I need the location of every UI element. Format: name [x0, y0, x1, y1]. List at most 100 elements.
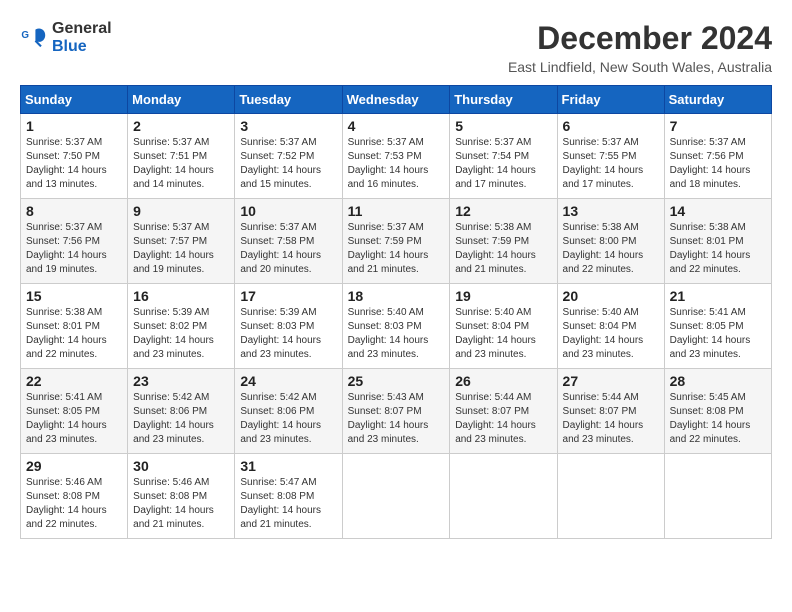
month-title: December 2024	[508, 20, 772, 57]
day-number: 14	[670, 203, 766, 219]
day-number: 21	[670, 288, 766, 304]
calendar-cell: 12Sunrise: 5:38 AM Sunset: 7:59 PM Dayli…	[450, 199, 557, 284]
calendar-cell: 15 Sunrise: 5:38 AM Sunset: 8:01 PM Dayli…	[21, 284, 128, 369]
calendar-cell: 30 Sunrise: 5:46 AM Sunset: 8:08 PM Dayli…	[128, 454, 235, 539]
day-number: 24	[240, 373, 336, 389]
page-container: G General Blue December 2024 East Lindfi…	[20, 20, 772, 539]
day-info: Sunrise: 5:47 AM Sunset: 8:08 PM Dayligh…	[240, 476, 336, 532]
day-number: 27	[563, 373, 659, 389]
svg-text:G: G	[21, 30, 29, 41]
calendar-cell: 16 Sunrise: 5:39 AM Sunset: 8:02 PM Dayli…	[128, 284, 235, 369]
day-info: Sunrise: 5:37 AM Sunset: 7:50 PM Dayligh…	[26, 136, 122, 192]
calendar-cell: 19 Sunrise: 5:40 AM Sunset: 8:04 PM Dayli…	[450, 284, 557, 369]
day-number: 4	[348, 118, 445, 134]
day-info: Sunrise: 5:46 AM Sunset: 8:08 PM Dayligh…	[26, 476, 122, 532]
day-number: 10	[240, 203, 336, 219]
calendar-cell: 3Sunrise: 5:37 AM Sunset: 7:52 PM Daylig…	[235, 114, 342, 199]
calendar-cell: 23 Sunrise: 5:42 AM Sunset: 8:06 PM Dayli…	[128, 369, 235, 454]
calendar-cell	[342, 454, 450, 539]
day-info: Sunrise: 5:41 AM Sunset: 8:05 PM Dayligh…	[670, 306, 766, 362]
calendar-cell: 8Sunrise: 5:37 AM Sunset: 7:56 PM Daylig…	[21, 199, 128, 284]
header-monday: Monday	[128, 86, 235, 114]
calendar-cell: 11 Sunrise: 5:37 AM Sunset: 7:59 PM Dayli…	[342, 199, 450, 284]
day-number: 31	[240, 458, 336, 474]
day-info: Sunrise: 5:37 AM Sunset: 7:51 PM Dayligh…	[133, 136, 229, 192]
logo-icon: G	[20, 24, 48, 52]
header-thursday: Thursday	[450, 86, 557, 114]
calendar-cell: 26 Sunrise: 5:44 AM Sunset: 8:07 PM Dayli…	[450, 369, 557, 454]
logo-text: General Blue	[52, 20, 112, 56]
header-sunday: Sunday	[21, 86, 128, 114]
header-saturday: Saturday	[664, 86, 771, 114]
day-info: Sunrise: 5:44 AM Sunset: 8:07 PM Dayligh…	[563, 391, 659, 447]
day-info: Sunrise: 5:37 AM Sunset: 7:53 PM Dayligh…	[348, 136, 445, 192]
calendar-cell: 28Sunrise: 5:45 AM Sunset: 8:08 PM Dayli…	[664, 369, 771, 454]
day-info: Sunrise: 5:38 AM Sunset: 8:00 PM Dayligh…	[563, 221, 659, 277]
calendar-cell: 1 Sunrise: 5:37 AM Sunset: 7:50 PM Daylig…	[21, 114, 128, 199]
calendar-cell	[664, 454, 771, 539]
day-info: Sunrise: 5:40 AM Sunset: 8:03 PM Dayligh…	[348, 306, 445, 362]
day-info: Sunrise: 5:39 AM Sunset: 8:02 PM Dayligh…	[133, 306, 229, 362]
day-number: 16	[133, 288, 229, 304]
day-number: 11	[348, 203, 445, 219]
day-info: Sunrise: 5:38 AM Sunset: 7:59 PM Dayligh…	[455, 221, 551, 277]
day-number: 23	[133, 373, 229, 389]
calendar-cell: 18 Sunrise: 5:40 AM Sunset: 8:03 PM Dayli…	[342, 284, 450, 369]
calendar-cell: 21 Sunrise: 5:41 AM Sunset: 8:05 PM Dayli…	[664, 284, 771, 369]
day-info: Sunrise: 5:37 AM Sunset: 7:58 PM Dayligh…	[240, 221, 336, 277]
header-wednesday: Wednesday	[342, 86, 450, 114]
day-number: 2	[133, 118, 229, 134]
day-number: 19	[455, 288, 551, 304]
calendar-cell: 29 Sunrise: 5:46 AM Sunset: 8:08 PM Dayli…	[21, 454, 128, 539]
day-number: 22	[26, 373, 122, 389]
day-number: 25	[348, 373, 445, 389]
day-info: Sunrise: 5:41 AM Sunset: 8:05 PM Dayligh…	[26, 391, 122, 447]
calendar-cell: 2 Sunrise: 5:37 AM Sunset: 7:51 PM Daylig…	[128, 114, 235, 199]
day-info: Sunrise: 5:37 AM Sunset: 7:52 PM Dayligh…	[240, 136, 336, 192]
calendar-week-row: 29 Sunrise: 5:46 AM Sunset: 8:08 PM Dayli…	[21, 454, 772, 539]
day-number: 13	[563, 203, 659, 219]
day-number: 18	[348, 288, 445, 304]
day-number: 26	[455, 373, 551, 389]
header-friday: Friday	[557, 86, 664, 114]
day-info: Sunrise: 5:37 AM Sunset: 7:56 PM Dayligh…	[670, 136, 766, 192]
day-number: 1	[26, 118, 122, 134]
day-info: Sunrise: 5:40 AM Sunset: 8:04 PM Dayligh…	[563, 306, 659, 362]
day-number: 9	[133, 203, 229, 219]
day-info: Sunrise: 5:37 AM Sunset: 7:57 PM Dayligh…	[133, 221, 229, 277]
calendar-cell	[557, 454, 664, 539]
calendar-cell	[450, 454, 557, 539]
calendar-cell: 27 Sunrise: 5:44 AM Sunset: 8:07 PM Dayli…	[557, 369, 664, 454]
calendar-cell: 22 Sunrise: 5:41 AM Sunset: 8:05 PM Dayli…	[21, 369, 128, 454]
title-area: December 2024 East Lindfield, New South …	[508, 20, 772, 75]
day-info: Sunrise: 5:37 AM Sunset: 7:59 PM Dayligh…	[348, 221, 445, 277]
day-number: 20	[563, 288, 659, 304]
day-number: 30	[133, 458, 229, 474]
calendar-table: Sunday Monday Tuesday Wednesday Thursday…	[20, 85, 772, 539]
day-info: Sunrise: 5:39 AM Sunset: 8:03 PM Dayligh…	[240, 306, 336, 362]
day-number: 28	[670, 373, 766, 389]
day-info: Sunrise: 5:37 AM Sunset: 7:54 PM Dayligh…	[455, 136, 551, 192]
header: G General Blue December 2024 East Lindfi…	[20, 20, 772, 75]
day-info: Sunrise: 5:42 AM Sunset: 8:06 PM Dayligh…	[133, 391, 229, 447]
day-number: 6	[563, 118, 659, 134]
day-info: Sunrise: 5:37 AM Sunset: 7:55 PM Dayligh…	[563, 136, 659, 192]
day-info: Sunrise: 5:37 AM Sunset: 7:56 PM Dayligh…	[26, 221, 122, 277]
day-number: 15	[26, 288, 122, 304]
calendar-cell: 7 Sunrise: 5:37 AM Sunset: 7:56 PM Daylig…	[664, 114, 771, 199]
calendar-cell: 13 Sunrise: 5:38 AM Sunset: 8:00 PM Dayli…	[557, 199, 664, 284]
day-info: Sunrise: 5:46 AM Sunset: 8:08 PM Dayligh…	[133, 476, 229, 532]
calendar-cell: 14Sunrise: 5:38 AM Sunset: 8:01 PM Dayli…	[664, 199, 771, 284]
day-info: Sunrise: 5:38 AM Sunset: 8:01 PM Dayligh…	[26, 306, 122, 362]
day-info: Sunrise: 5:44 AM Sunset: 8:07 PM Dayligh…	[455, 391, 551, 447]
day-info: Sunrise: 5:43 AM Sunset: 8:07 PM Dayligh…	[348, 391, 445, 447]
calendar-week-row: 22 Sunrise: 5:41 AM Sunset: 8:05 PM Dayli…	[21, 369, 772, 454]
calendar-cell: 5Sunrise: 5:37 AM Sunset: 7:54 PM Daylig…	[450, 114, 557, 199]
day-number: 29	[26, 458, 122, 474]
day-info: Sunrise: 5:42 AM Sunset: 8:06 PM Dayligh…	[240, 391, 336, 447]
calendar-cell: 24 Sunrise: 5:42 AM Sunset: 8:06 PM Dayli…	[235, 369, 342, 454]
calendar-cell: 6 Sunrise: 5:37 AM Sunset: 7:55 PM Daylig…	[557, 114, 664, 199]
day-info: Sunrise: 5:40 AM Sunset: 8:04 PM Dayligh…	[455, 306, 551, 362]
calendar-week-row: 8Sunrise: 5:37 AM Sunset: 7:56 PM Daylig…	[21, 199, 772, 284]
day-number: 7	[670, 118, 766, 134]
